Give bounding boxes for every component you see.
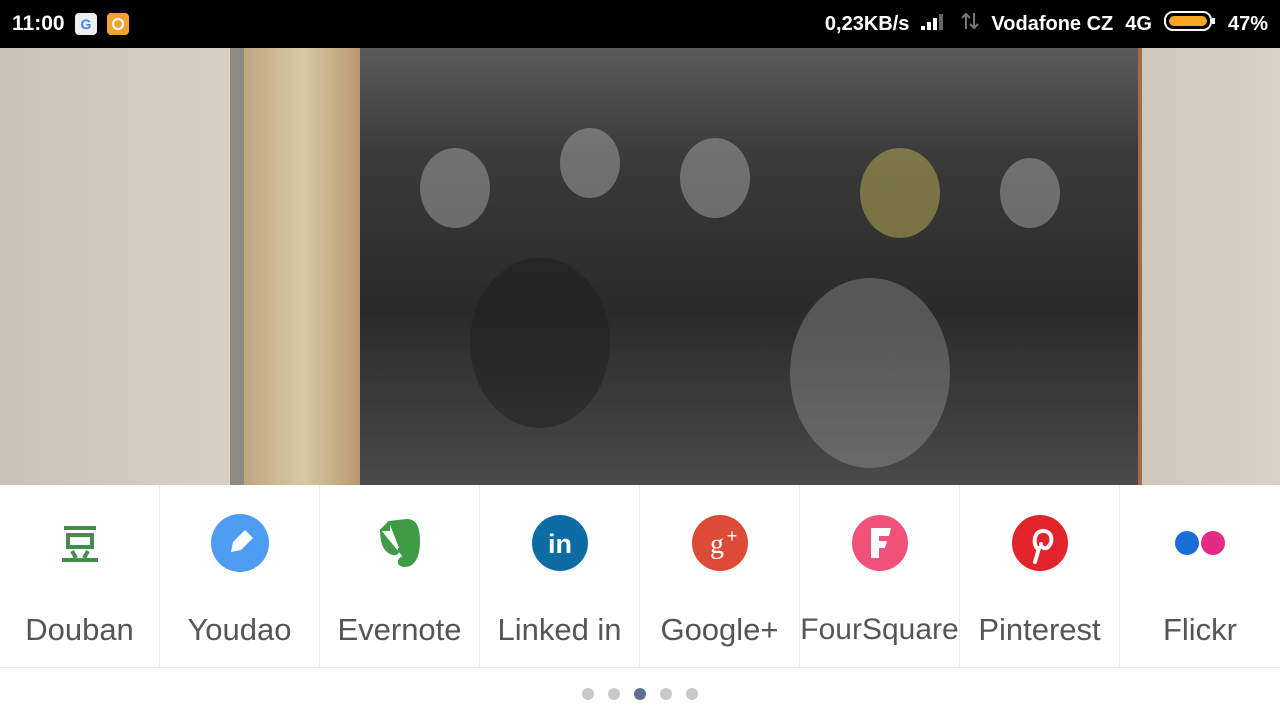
share-foursquare[interactable]: FourSquare [800, 485, 960, 667]
share-label: Youdao [187, 612, 292, 647]
shared-image-preview [0, 48, 1280, 485]
evernote-icon [379, 518, 420, 568]
google-plus-icon: g + [691, 515, 748, 571]
pager-dots [0, 688, 1280, 700]
share-pinterest[interactable]: Pinterest [960, 485, 1120, 667]
youdao-icon [210, 514, 269, 572]
foursquare-icon [851, 515, 908, 571]
battery-icon [1163, 10, 1216, 38]
wooden-frame [244, 48, 360, 485]
paper-background [0, 48, 230, 485]
page-dot[interactable] [608, 688, 620, 700]
share-label: Douban [25, 612, 134, 647]
net-speed: 0,23KB/s [824, 12, 910, 35]
battery-level: 47% [1227, 12, 1268, 35]
data-arrows-icon [961, 11, 980, 37]
share-label: Google+ [660, 612, 779, 647]
status-bar: 11:00 G 0,23KB/s Vodafone CZ 4G 47% [0, 0, 1280, 48]
black-white-crowd-photo [360, 48, 1138, 485]
share-sheet: Douban Youdao Evernote in Linked in g + … [0, 485, 1280, 720]
svg-text:+: + [726, 526, 737, 546]
page-dot[interactable] [582, 688, 594, 700]
share-flickr[interactable]: Flickr [1120, 485, 1280, 667]
share-targets: Douban Youdao Evernote in Linked in g + … [0, 485, 1280, 668]
share-label: FourSquare [800, 613, 959, 646]
page-dot-active[interactable] [634, 688, 646, 700]
share-label: Flickr [1162, 612, 1238, 647]
share-evernote[interactable]: Evernote [320, 485, 480, 667]
signal-icon [921, 12, 949, 36]
share-label: Linked in [497, 612, 622, 647]
flickr-icon [1175, 531, 1225, 555]
frame-strip [230, 48, 244, 485]
svg-text:in: in [548, 529, 572, 559]
douban-icon [61, 526, 98, 562]
page-dot[interactable] [660, 688, 672, 700]
status-time: 11:00 [12, 12, 65, 35]
svg-text:g: g [710, 529, 724, 560]
share-youdao[interactable]: Youdao [160, 485, 320, 667]
share-label: Evernote [337, 612, 462, 647]
svg-text:G: G [80, 16, 91, 32]
share-google-plus[interactable]: g + Google+ [640, 485, 800, 667]
pinterest-icon [1011, 515, 1068, 571]
carrier-name: Vodafone CZ [991, 12, 1114, 35]
google-icon: G [74, 13, 97, 35]
paper-background-right [1138, 48, 1280, 485]
linkedin-icon: in [531, 515, 588, 571]
message-app-icon [106, 13, 129, 35]
share-label: Pinterest [978, 612, 1101, 647]
network-type: 4G [1125, 12, 1152, 35]
page-dot[interactable] [686, 688, 698, 700]
share-douban[interactable]: Douban [0, 485, 160, 667]
share-linkedin[interactable]: in Linked in [480, 485, 640, 667]
